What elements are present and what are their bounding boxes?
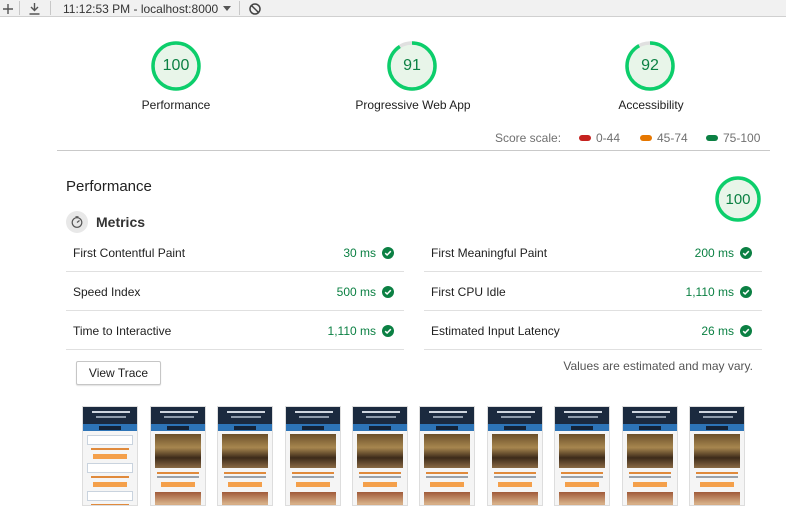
scale-range-pass: 75-100 [706,131,760,145]
filmstrip-frame [217,406,273,506]
pass-check-icon [740,246,752,259]
dropdown-icon [223,5,232,11]
pass-check-icon [382,246,394,259]
filmstrip-frame [82,406,138,506]
filmstrip-frame [487,406,543,506]
filmstrip-frame [352,406,408,506]
pwa-label: Progressive Web App [355,98,471,112]
filmstrip-frame [150,406,206,506]
report-select[interactable]: 11:12:53 PM - localhost:8000 [63,0,232,17]
pass-check-icon [382,285,394,298]
filmstrip-frame [554,406,610,506]
metric-first-meaningful-paint: First Meaningful Paint 200 ms [424,234,762,272]
score-scale: Score scale: [495,131,561,145]
accessibility-score: 92 [641,57,659,74]
scale-range-average: 45-74 [640,131,688,145]
performance-section-gauge: 100 [714,175,762,223]
performance-score: 100 [162,57,190,74]
metric-time-to-interactive: Time to Interactive 1,110 ms [66,312,404,350]
add-icon[interactable] [3,0,13,17]
accessibility-gauge[interactable]: 92 [624,40,676,92]
filmstrip-frame [419,406,475,506]
pass-check-icon [382,324,394,337]
filmstrip-frame [689,406,745,506]
filmstrip-frame [622,406,678,506]
performance-section-score: 100 [725,190,751,208]
metric-first-contentful-paint: First Contentful Paint 30 ms [66,234,404,272]
accessibility-label: Accessibility [618,98,684,112]
metric-estimated-input-latency: Estimated Input Latency 26 ms [424,312,762,350]
estimate-note: Values are estimated and may vary. [563,359,753,373]
timer-icon [66,211,88,233]
toolbar: 11:12:53 PM - localhost:8000 [0,0,786,17]
pwa-score: 91 [403,57,421,74]
pwa-gauge[interactable]: 91 [386,40,438,92]
performance-gauge[interactable]: 100 [150,40,202,92]
divider [57,150,770,151]
score-scale-label: Score scale: [495,131,562,145]
metrics-title: Metrics [96,214,146,230]
metrics-header: Metrics [66,211,145,233]
view-trace-button[interactable]: View Trace [76,361,161,385]
performance-label: Performance [141,98,211,112]
block-icon[interactable] [249,0,261,17]
filmstrip-frame [285,406,341,506]
pass-check-icon [740,324,752,337]
scale-range-fail: 0-44 [579,131,620,145]
metric-first-cpu-idle: First CPU Idle 1,110 ms [424,273,762,311]
pass-check-icon [740,285,752,298]
download-icon[interactable] [29,0,40,17]
metric-speed-index: Speed Index 500 ms [66,273,404,311]
performance-section-title: Performance [66,178,152,195]
report-timestamp: 11:12:53 PM - localhost:8000 [63,1,219,16]
